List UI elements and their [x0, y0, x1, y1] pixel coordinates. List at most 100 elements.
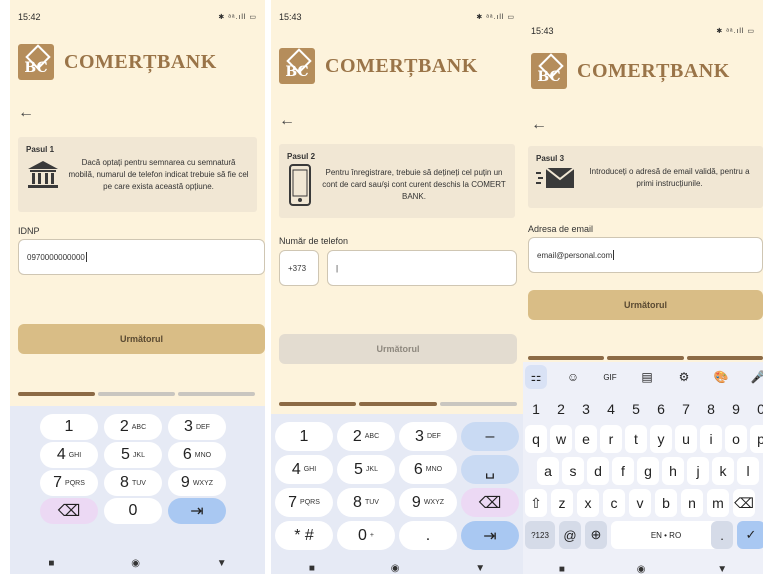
idnp-input[interactable]: 0970000000000 — [18, 239, 265, 275]
key-6[interactable]: 6 MNO — [399, 455, 457, 484]
nav-recents-icon[interactable]: ■ — [48, 558, 54, 569]
key-at[interactable]: @ — [559, 521, 581, 549]
key-*#[interactable]: * # — [275, 521, 333, 550]
key-backspace[interactable]: ⌫ — [461, 488, 519, 517]
key-0[interactable]: 0 — [104, 498, 162, 524]
key-9[interactable]: 9 WXYZ — [168, 470, 226, 496]
key-c[interactable]: c — [603, 489, 625, 517]
next-button[interactable]: Următorul — [528, 290, 763, 320]
next-button[interactable]: Următorul — [279, 334, 517, 364]
key-p[interactable]: p — [750, 425, 763, 453]
key-8[interactable]: 8 TUV — [104, 470, 162, 496]
next-button[interactable]: Următorul — [18, 324, 265, 354]
language-globe-icon[interactable]: ⊕ — [585, 521, 607, 549]
nav-back-icon[interactable]: ▼ — [217, 558, 227, 569]
key-l[interactable]: l — [737, 457, 759, 485]
key-4[interactable]: 4 GHI — [40, 442, 98, 468]
key-6[interactable]: 6 — [650, 395, 672, 423]
key-2[interactable]: 2 ABC — [104, 414, 162, 440]
bank-logo-icon: BC — [18, 44, 54, 80]
key-digit: ⌫ — [478, 494, 502, 512]
key-1[interactable]: 1 — [525, 395, 547, 423]
key-q[interactable]: q — [525, 425, 547, 453]
keyboard-tool-apps-icon[interactable]: ⚏ — [525, 365, 547, 389]
back-arrow-icon[interactable]: ← — [18, 104, 34, 122]
email-input[interactable]: email@personal.com — [528, 237, 763, 273]
key-backspace[interactable]: ⌫ — [40, 498, 98, 524]
key-next[interactable]: ⇥ — [168, 498, 226, 524]
phone-input[interactable]: | — [327, 250, 517, 286]
key-2[interactable]: 2 — [550, 395, 572, 423]
key-symbols[interactable]: ?123 — [525, 521, 555, 549]
key-s[interactable]: s — [562, 457, 584, 485]
keyboard-tool-clipboard-icon[interactable]: ▤ — [636, 365, 658, 389]
key-4[interactable]: 4 — [600, 395, 622, 423]
key-6[interactable]: 6 MNO — [168, 442, 226, 468]
key-1[interactable]: 1 — [275, 422, 333, 451]
nav-back-icon[interactable]: ▼ — [717, 564, 727, 574]
keyboard-tool-emoji-icon[interactable]: ☺ — [562, 365, 584, 389]
key-a[interactable]: a — [537, 457, 559, 485]
key-8[interactable]: 8 TUV — [337, 488, 395, 517]
key-d[interactable]: d — [587, 457, 609, 485]
key-3[interactable]: 3 DEF — [168, 414, 226, 440]
key-u[interactable]: u — [675, 425, 697, 453]
nav-home-icon[interactable]: ◉ — [131, 558, 140, 569]
key-t[interactable]: t — [625, 425, 647, 453]
nav-recents-icon[interactable]: ■ — [559, 564, 565, 574]
key-i[interactable]: i — [700, 425, 722, 453]
key-⇧[interactable]: ⇧ — [525, 489, 547, 517]
keyboard-tool-mic-icon[interactable]: 🎤 — [747, 365, 763, 389]
back-arrow-icon[interactable]: ← — [279, 112, 295, 130]
key-n[interactable]: n — [681, 489, 703, 517]
keyboard-tool-theme-icon[interactable]: 🎨 — [710, 365, 732, 389]
nav-home-icon[interactable]: ◉ — [637, 564, 646, 574]
key-minus[interactable]: – — [461, 422, 519, 451]
key-j[interactable]: j — [687, 457, 709, 485]
key-e[interactable]: e — [575, 425, 597, 453]
key-done[interactable]: ✓ — [737, 521, 763, 549]
key-r[interactable]: r — [600, 425, 622, 453]
key-9[interactable]: 9 — [725, 395, 747, 423]
nav-back-icon[interactable]: ▼ — [475, 563, 485, 574]
nav-recents-icon[interactable]: ■ — [309, 563, 315, 574]
key-b[interactable]: b — [655, 489, 677, 517]
key-h[interactable]: h — [662, 457, 684, 485]
key-space[interactable]: EN • RO — [611, 521, 721, 549]
key-7[interactable]: 7 — [675, 395, 697, 423]
key-4[interactable]: 4 GHI — [275, 455, 333, 484]
key-z[interactable]: z — [551, 489, 573, 517]
key-g[interactable]: g — [637, 457, 659, 485]
key-space[interactable]: ␣ — [461, 455, 519, 484]
key-.[interactable]: . — [399, 521, 457, 550]
key-m[interactable]: m — [707, 489, 729, 517]
key-y[interactable]: y — [650, 425, 672, 453]
key-next[interactable]: ⇥ — [461, 521, 519, 550]
key-1[interactable]: 1 — [40, 414, 98, 440]
key-o[interactable]: o — [725, 425, 747, 453]
nav-home-icon[interactable]: ◉ — [391, 563, 400, 574]
key-5[interactable]: 5 JKL — [104, 442, 162, 468]
key-k[interactable]: k — [712, 457, 734, 485]
key-3[interactable]: 3 — [575, 395, 597, 423]
key-8[interactable]: 8 — [700, 395, 722, 423]
key-5[interactable]: 5 JKL — [337, 455, 395, 484]
key-0[interactable]: 0 + — [337, 521, 395, 550]
key-9[interactable]: 9 WXYZ — [399, 488, 457, 517]
key-7[interactable]: 7 PQRS — [275, 488, 333, 517]
key-0[interactable]: 0 — [750, 395, 763, 423]
key-7[interactable]: 7 PQRS — [40, 470, 98, 496]
key-x[interactable]: x — [577, 489, 599, 517]
key-⌫[interactable]: ⌫ — [733, 489, 755, 517]
key-v[interactable]: v — [629, 489, 651, 517]
back-arrow-icon[interactable]: ← — [531, 116, 547, 134]
key-w[interactable]: w — [550, 425, 572, 453]
key-3[interactable]: 3 DEF — [399, 422, 457, 451]
country-code-field[interactable]: +373 — [279, 250, 319, 286]
key-f[interactable]: f — [612, 457, 634, 485]
keyboard-tool-settings-icon[interactable]: ⚙ — [673, 365, 695, 389]
key-2[interactable]: 2 ABC — [337, 422, 395, 451]
keyboard-tool-gif-icon[interactable]: GIF — [599, 365, 621, 389]
key-5[interactable]: 5 — [625, 395, 647, 423]
key-period[interactable]: . — [711, 521, 733, 549]
